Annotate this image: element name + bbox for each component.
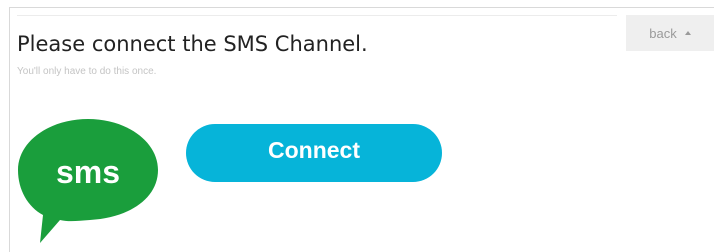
page-title: Please connect the SMS Channel. [17,32,368,56]
divider [17,15,617,16]
sms-logo-text: sms [56,154,120,190]
page-subtitle: You'll only have to do this once. [17,66,157,77]
back-button[interactable]: back [626,15,714,51]
sms-speech-bubble-icon: sms [18,119,158,243]
caret-up-icon [684,30,691,35]
connect-button[interactable]: Connect [186,124,442,182]
back-label: back [649,25,677,41]
